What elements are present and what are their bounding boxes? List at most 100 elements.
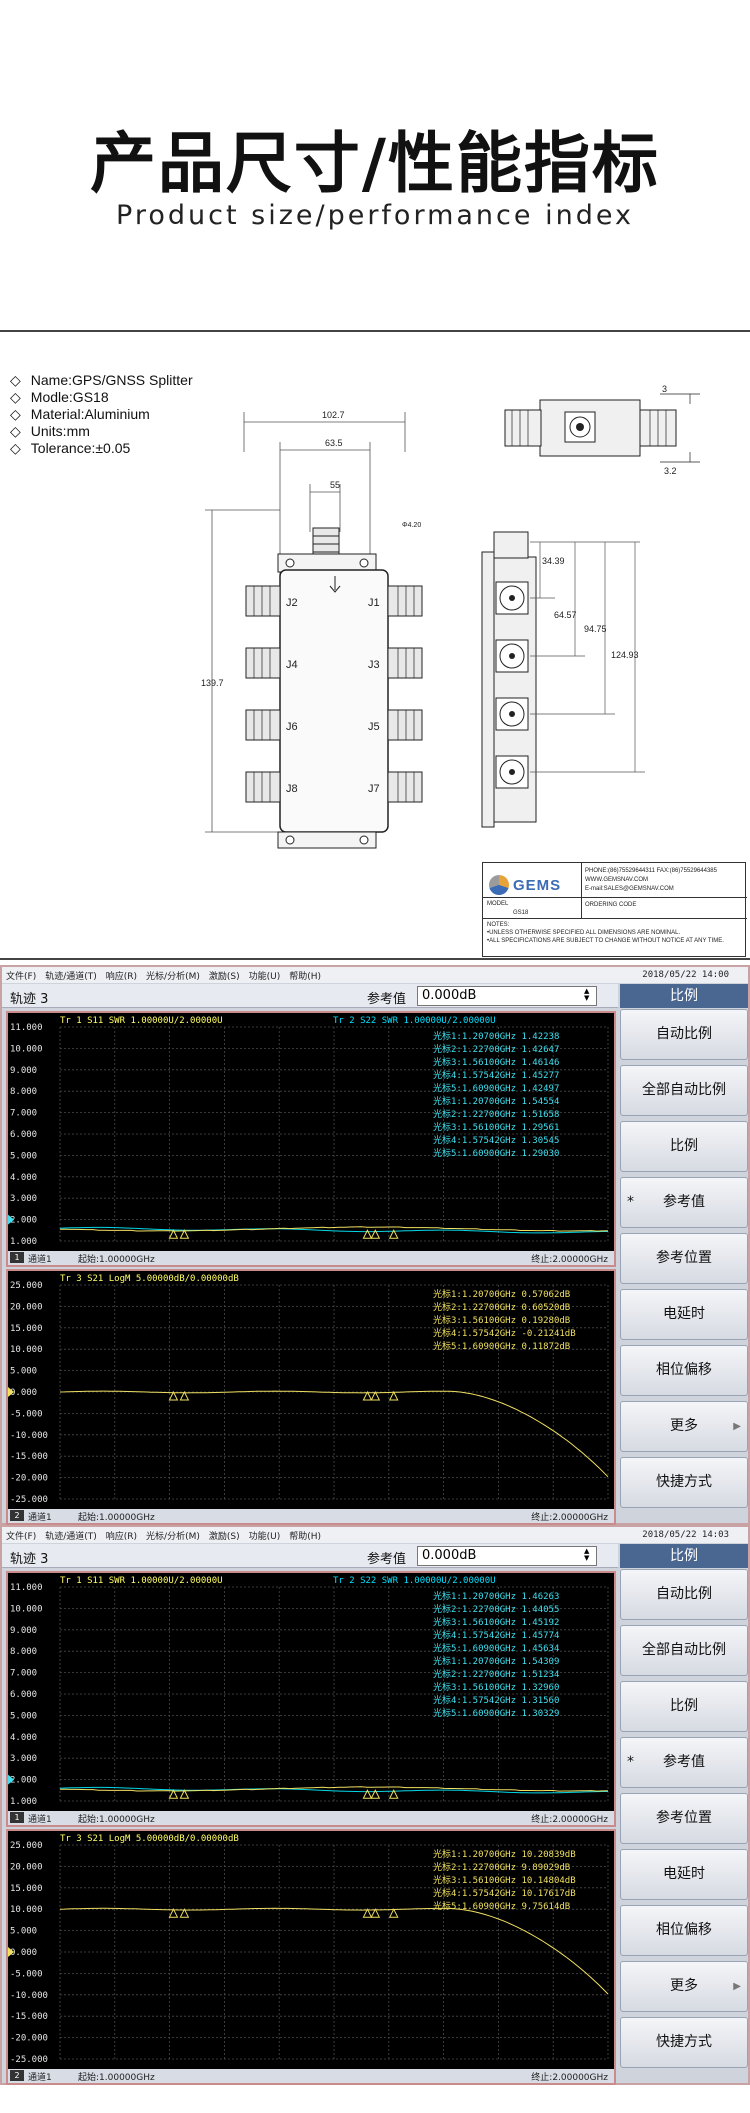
window-number[interactable]: 2 (10, 1510, 24, 1521)
menu-item[interactable]: 激励(S) (209, 969, 240, 982)
menu-item[interactable]: 光标/分析(M) (146, 969, 200, 982)
softkey-button[interactable]: * 参考值 (620, 1737, 748, 1788)
datetime: 2018/05/22 14:00 (642, 970, 729, 980)
logm-plot: 25.000 20.000 15.000 10.000 5.000 0.000 -5.000… (6, 1269, 616, 1525)
logo-icon (489, 875, 509, 895)
marker-readout: 光标5:1.60900GHz 1.42497 (433, 1082, 559, 1094)
marker-readout: 光标2:1.22700GHz 0.60520dB (433, 1301, 570, 1313)
toolbar: 轨迹 3 参考值 0.000dB ▲ ▼ (2, 1544, 618, 1568)
y-tick-label: 15.000 (10, 1884, 43, 1894)
softkey-button[interactable]: ▶ 更多 (620, 1961, 748, 2012)
softkey-button[interactable]: 自动比例 (620, 1569, 748, 1620)
port-label-j7: J7 (368, 783, 380, 795)
marker-triangle (179, 1789, 190, 1799)
window-number[interactable]: 1 (10, 1252, 24, 1263)
softkey-button[interactable]: 参考位置 (620, 1233, 748, 1284)
softkey-button[interactable]: 全部自动比例 (620, 1065, 748, 1116)
softkey-button[interactable]: 相位偏移 (620, 1905, 748, 1956)
start-freq[interactable]: 起始:1.00000GHz (78, 1252, 155, 1265)
marker-readout: 光标5:1.60900GHz 9.75614dB (433, 1900, 570, 1912)
swr-plot: 11.000 10.000 9.000 8.000 7.000 6.000 5.000 4.0… (6, 1011, 616, 1267)
softkey-button[interactable]: 快捷方式 (620, 1457, 748, 1508)
stop-freq[interactable]: 终止:2.00000GHz (531, 2070, 608, 2083)
port-label-j1: J1 (368, 597, 380, 609)
softkey-button[interactable]: 电延时 (620, 1849, 748, 1900)
stop-freq[interactable]: 终止:2.00000GHz (531, 1812, 608, 1825)
menu-item[interactable]: 帮助(H) (289, 1529, 321, 1542)
menu-item[interactable]: 轨迹/通道(T) (45, 1529, 97, 1542)
marker-readout: 光标2:1.22700GHz 1.44055 (433, 1603, 559, 1615)
dim-inner-width: 63.5 (325, 438, 343, 448)
ref-value-input[interactable]: 0.000dB (417, 986, 597, 1006)
ordering-code: ORDERING CODE (585, 902, 637, 908)
spin-icon[interactable]: ▲ ▼ (584, 1548, 589, 1562)
chevron-right-icon: ▶ (733, 1981, 741, 1992)
stop-freq[interactable]: 终止:2.00000GHz (531, 1510, 608, 1523)
softkey-button[interactable]: 比例 (620, 1681, 748, 1732)
y-tick-label: -25.000 (10, 2055, 48, 2065)
menu-item[interactable]: 帮助(H) (289, 969, 321, 982)
dim-side-d: 124.93 (611, 650, 639, 660)
marker-readout: 光标5:1.60900GHz 1.45634 (433, 1642, 559, 1654)
marker-readout: 光标3:1.56100GHz 1.45192 (433, 1616, 559, 1628)
port-label-j2: J2 (286, 597, 298, 609)
y-tick-label: 6.000 (10, 1690, 37, 1700)
menu-item[interactable]: 响应(R) (106, 1529, 137, 1542)
softkey-button[interactable]: 全部自动比例 (620, 1625, 748, 1676)
trace1-title: Tr 1 S11 SWR 1.00000U/2.00000U (60, 1016, 223, 1026)
y-tick-label: 10.000 (10, 1345, 43, 1355)
softkey-button[interactable]: 快捷方式 (620, 2017, 748, 2068)
menu-item[interactable]: 响应(R) (106, 969, 137, 982)
stop-freq[interactable]: 终止:2.00000GHz (531, 1252, 608, 1265)
menu-item[interactable]: 功能(U) (249, 1529, 281, 1542)
ref-value-input[interactable]: 0.000dB (417, 1546, 597, 1566)
marker-readout: 光标4:1.57542GHz 1.45277 (433, 1069, 559, 1081)
ref-label: 参考值 (367, 1552, 407, 1567)
window-number[interactable]: 1 (10, 1812, 24, 1823)
softkey-button[interactable]: 比例 (620, 1121, 748, 1172)
model-value: GS18 (513, 910, 529, 916)
marker-readout: 光标1:1.20700GHz 1.54309 (433, 1655, 559, 1667)
y-tick-label: 5.000 (10, 1927, 37, 1937)
y-tick-label: 4.000 (10, 1733, 37, 1743)
y-tick-label: 7.000 (10, 1669, 37, 1679)
softkey-button[interactable]: * 参考值 (620, 1177, 748, 1228)
start-freq[interactable]: 起始:1.00000GHz (78, 2070, 155, 2083)
y-tick-label: 8.000 (10, 1647, 37, 1657)
port-label-j8: J8 (286, 783, 298, 795)
y-tick-label: 11.000 (10, 1583, 43, 1593)
dim-overall-width: 102.7 (322, 410, 345, 420)
start-freq[interactable]: 起始:1.00000GHz (78, 1510, 155, 1523)
y-tick-label: -25.000 (10, 1495, 48, 1505)
plot-footer: 1 通道1 起始:1.00000GHz 终止:2.00000GHz (8, 1811, 614, 1825)
y-tick-label: 15.000 (10, 1324, 43, 1334)
window-number[interactable]: 2 (10, 2070, 24, 2081)
header: 产品尺寸/性能指标 Product size/performance index (0, 0, 750, 330)
softkey-button[interactable]: 自动比例 (620, 1009, 748, 1060)
menu-item[interactable]: 轨迹/通道(T) (45, 969, 97, 982)
menu-item[interactable]: 文件(F) (6, 1529, 36, 1542)
spin-icon[interactable]: ▲ ▼ (584, 988, 589, 1002)
y-tick-label: 25.000 (10, 1841, 43, 1851)
start-freq[interactable]: 起始:1.00000GHz (78, 1812, 155, 1825)
dim-top-b: 3.2 (664, 466, 677, 476)
softkey-button[interactable]: ▶ 更多 (620, 1401, 748, 1452)
y-tick-label: 5.000 (10, 1151, 37, 1161)
marker-readout: 光标3:1.56100GHz 1.32960 (433, 1681, 559, 1693)
menu-item[interactable]: 文件(F) (6, 969, 36, 982)
y-tick-label: 9.000 (10, 1066, 37, 1076)
dim-hole: Φ4.20 (402, 522, 421, 529)
menu-item[interactable]: 激励(S) (209, 1529, 240, 1542)
softkey-button[interactable]: 相位偏移 (620, 1345, 748, 1396)
datetime: 2018/05/22 14:03 (642, 1530, 729, 1540)
softkey-button[interactable]: 电延时 (620, 1289, 748, 1340)
contact-info: PHONE:(86)75529644311 FAX:(86)7552964438… (585, 868, 717, 892)
y-tick-label: 7.000 (10, 1109, 37, 1119)
y-tick-label: -15.000 (10, 1452, 48, 1462)
menu-item[interactable]: 功能(U) (249, 969, 281, 982)
softkey-button[interactable]: 参考位置 (620, 1793, 748, 1844)
y-tick-label: 11.000 (10, 1023, 43, 1033)
softkey-header: 比例 (620, 984, 748, 1008)
port-label-j5: J5 (368, 721, 380, 733)
menu-item[interactable]: 光标/分析(M) (146, 1529, 200, 1542)
